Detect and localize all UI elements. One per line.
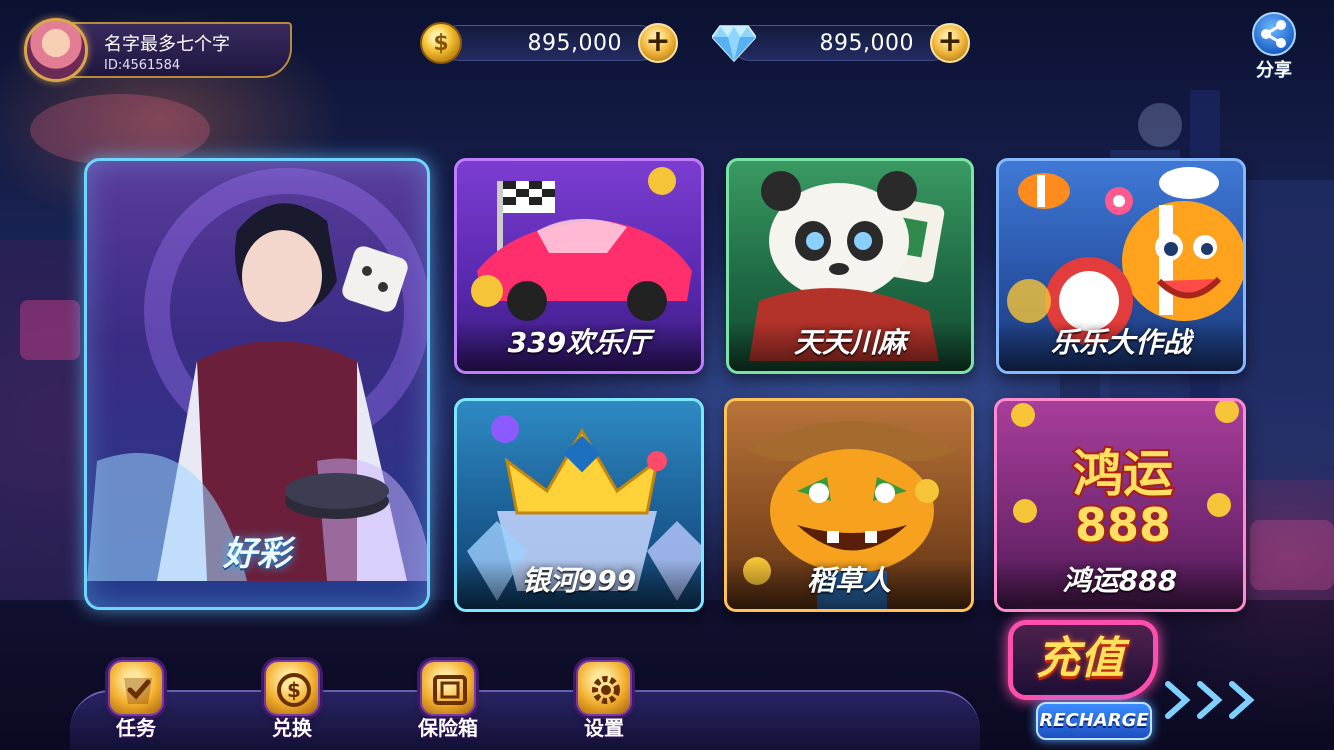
game-label-lele-dazuozhan: 乐乐大作战 — [1050, 326, 1191, 359]
recharge-button[interactable]: 充值 RECHARGE — [992, 620, 1272, 746]
game-label-hongyun-888: 鸿运888 — [1062, 564, 1178, 597]
game-card-lele-dazuozhan[interactable]: 乐乐大作战 — [996, 158, 1246, 374]
user-profile-panel[interactable]: 名字最多七个字 ID:4561584 — [24, 18, 296, 82]
add-diamond-button[interactable]: + — [930, 23, 970, 63]
add-gold-button[interactable]: + — [638, 23, 678, 63]
svg-text:鸿运: 鸿运 — [1073, 445, 1173, 503]
nav-settings-label: 设置 — [584, 716, 624, 740]
share-button[interactable]: 分享 — [1244, 12, 1304, 81]
recharge-label-en: RECHARGE — [1036, 702, 1152, 740]
game-card-tiantian-chuanma[interactable]: 天天川麻 — [726, 158, 974, 374]
gold-coin-icon: $ — [420, 22, 462, 64]
user-nickname: 名字最多七个字 — [104, 34, 230, 55]
nav-safe-button[interactable]: 保险箱 — [408, 660, 488, 746]
gold-balance-value: 895,000 — [527, 31, 622, 56]
gold-balance: $ 895,000 + — [420, 22, 678, 64]
game-label-haocai: 好彩 — [223, 534, 291, 574]
nav-safe-label: 保险箱 — [418, 716, 478, 740]
nav-exchange-button[interactable]: $ 兑换 — [252, 660, 332, 746]
task-icon — [108, 660, 164, 716]
avatar[interactable] — [24, 18, 88, 82]
game-label-339: 339欢乐厅 — [507, 326, 651, 359]
game-card-daocaoren[interactable]: 稻草人 — [724, 398, 974, 612]
user-id: ID:4561584 — [104, 58, 181, 73]
diamond-balance-value: 895,000 — [819, 31, 914, 56]
safe-icon — [420, 660, 476, 716]
recharge-label-cn: 充值 — [1036, 633, 1124, 684]
settings-gear-icon — [576, 660, 632, 716]
nav-exchange-label: 兑换 — [272, 716, 312, 740]
game-label-yinhe-999: 银河999 — [521, 564, 637, 597]
svg-text:$: $ — [287, 678, 301, 702]
game-card-yinhe-999[interactable]: 银河999 — [454, 398, 704, 612]
exchange-icon: $ — [264, 660, 320, 716]
game-label-tiantian-chuanma: 天天川麻 — [793, 326, 906, 359]
svg-text:888: 888 — [1075, 498, 1171, 552]
game-card-hongyun-888[interactable]: 鸿运 888 鸿运888 — [994, 398, 1246, 612]
share-icon — [1252, 12, 1296, 56]
bottom-nav-bar — [70, 690, 980, 750]
share-label: 分享 — [1256, 60, 1292, 81]
diamond-balance: 895,000 + — [712, 22, 970, 64]
nav-settings-button[interactable]: 设置 — [564, 660, 644, 746]
nav-task-label: 任务 — [116, 716, 156, 740]
game-card-haocai[interactable]: 好彩 — [84, 158, 430, 610]
chevron-right-icon — [1165, 681, 1255, 719]
game-card-339[interactable]: 339欢乐厅 — [454, 158, 704, 374]
diamond-icon — [712, 25, 756, 62]
nav-task-button[interactable]: 任务 — [96, 660, 176, 746]
game-label-daocaoren: 稻草人 — [806, 564, 891, 597]
